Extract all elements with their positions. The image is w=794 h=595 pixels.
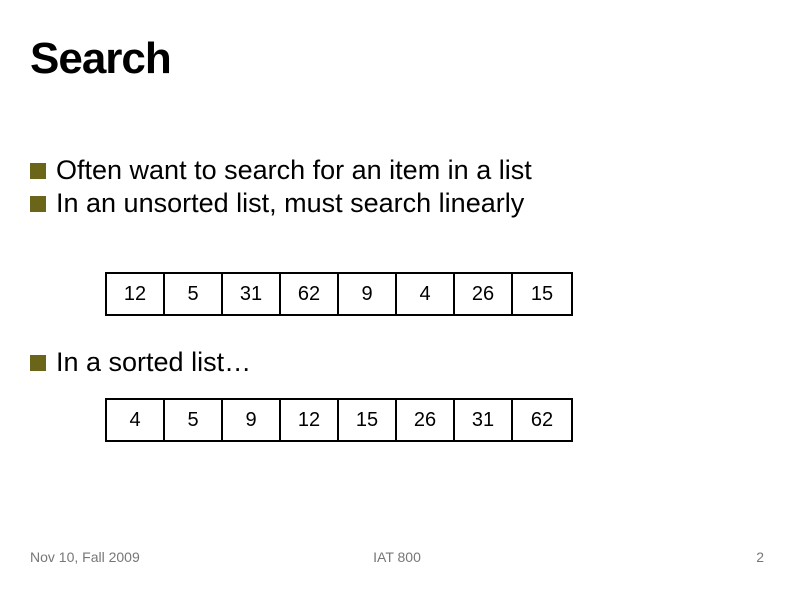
slide: Search Often want to search for an item … (0, 0, 794, 595)
table-cell: 4 (107, 400, 165, 440)
footer-course: IAT 800 (373, 549, 421, 565)
bullet-item-3: In a sorted list… (30, 347, 251, 378)
table-cell: 15 (339, 400, 397, 440)
bullet-text: Often want to search for an item in a li… (56, 155, 532, 186)
table-cell: 5 (165, 400, 223, 440)
table-cell: 26 (455, 274, 513, 314)
bullet-icon (30, 196, 46, 212)
table-cell: 15 (513, 274, 571, 314)
bullet-text: In a sorted list… (56, 347, 251, 378)
footer-page-number: 2 (756, 549, 764, 565)
slide-title: Search (30, 34, 171, 84)
table-cell: 31 (223, 274, 281, 314)
table-cell: 9 (223, 400, 281, 440)
sorted-list-table: 4 5 9 12 15 26 31 62 (105, 398, 573, 442)
bullet-icon (30, 163, 46, 179)
table-cell: 62 (513, 400, 571, 440)
bullet-item-1: Often want to search for an item in a li… (30, 155, 770, 186)
slide-content: Often want to search for an item in a li… (30, 155, 770, 221)
table-cell: 9 (339, 274, 397, 314)
table-cell: 31 (455, 400, 513, 440)
table-cell: 26 (397, 400, 455, 440)
table-cell: 12 (107, 274, 165, 314)
table-cell: 12 (281, 400, 339, 440)
unsorted-list-table: 12 5 31 62 9 4 26 15 (105, 272, 573, 316)
bullet-item-2: In an unsorted list, must search linearl… (30, 188, 770, 219)
table-cell: 4 (397, 274, 455, 314)
footer-date: Nov 10, Fall 2009 (30, 549, 140, 565)
table-cell: 62 (281, 274, 339, 314)
table-cell: 5 (165, 274, 223, 314)
bullet-icon (30, 355, 46, 371)
bullet-text: In an unsorted list, must search linearl… (56, 188, 524, 219)
